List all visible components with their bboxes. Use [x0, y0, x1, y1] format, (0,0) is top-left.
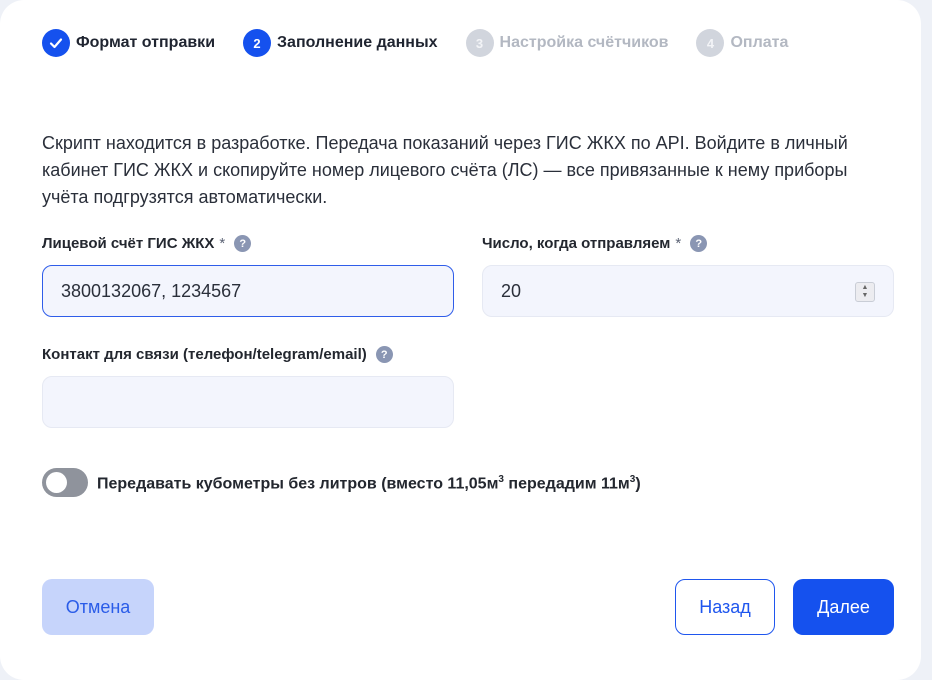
step-number: 4	[696, 29, 725, 57]
toggle-knob	[46, 472, 67, 493]
form-card: Формат отправки 2 Заполнение данных 3 На…	[0, 0, 921, 680]
account-label: Лицевой счёт ГИС ЖКХ * ?	[42, 235, 252, 252]
step-format[interactable]: Формат отправки	[42, 29, 215, 57]
required-mark: *	[675, 235, 682, 252]
account-label-text: Лицевой счёт ГИС ЖКХ	[42, 235, 215, 252]
description-text: Скрипт находится в разработке. Передача …	[42, 133, 848, 207]
check-icon	[42, 29, 70, 57]
help-icon[interactable]: ?	[234, 235, 252, 252]
step-number: 3	[465, 29, 494, 57]
step-number: 2	[243, 29, 272, 57]
step-label: Оплата	[730, 34, 789, 51]
step-label: Настройка счётчиков	[499, 34, 669, 51]
spinner-down-icon[interactable]: ▼	[862, 292, 869, 300]
send-day-label: Число, когда отправляем * ?	[482, 235, 708, 252]
next-button[interactable]: Далее	[793, 579, 894, 635]
back-button[interactable]: Назад	[675, 579, 775, 635]
toggle-label-part: )	[635, 475, 641, 493]
cancel-button[interactable]: Отмена	[42, 579, 154, 635]
help-icon[interactable]: ?	[375, 346, 393, 363]
liters-toggle[interactable]	[42, 468, 88, 497]
step-label: Заполнение данных	[277, 34, 438, 51]
spinner-up-icon[interactable]: ▲	[862, 284, 869, 292]
toggle-label-part: передадим 11м	[503, 475, 630, 493]
step-label: Формат отправки	[76, 34, 216, 51]
send-day-input[interactable]: 20 ▲ ▼	[482, 265, 894, 317]
account-input-value: 3800132067, 1234567	[61, 280, 242, 301]
toggle-label-part: Передавать кубометры без литров (вместо …	[97, 475, 499, 493]
liters-toggle-label: Передавать кубометры без литров (вместо …	[97, 474, 641, 493]
step-data[interactable]: 2 Заполнение данных	[243, 29, 438, 57]
contact-label: Контакт для связи (телефон/telegram/emai…	[42, 346, 393, 363]
number-stepper[interactable]: ▲ ▼	[855, 282, 875, 302]
send-day-input-value: 20	[501, 280, 522, 301]
contact-label-text: Контакт для связи (телефон/telegram/emai…	[42, 346, 367, 363]
help-icon[interactable]: ?	[690, 235, 708, 252]
required-mark: *	[219, 235, 226, 252]
account-input[interactable]: 3800132067, 1234567	[42, 265, 454, 317]
send-day-label-text: Число, когда отправляем	[482, 235, 671, 252]
stepper: Формат отправки 2 Заполнение данных 3 На…	[42, 29, 816, 57]
step-payment: 4 Оплата	[696, 29, 788, 57]
step-counters: 3 Настройка счётчиков	[465, 29, 669, 57]
contact-input[interactable]	[42, 376, 454, 428]
